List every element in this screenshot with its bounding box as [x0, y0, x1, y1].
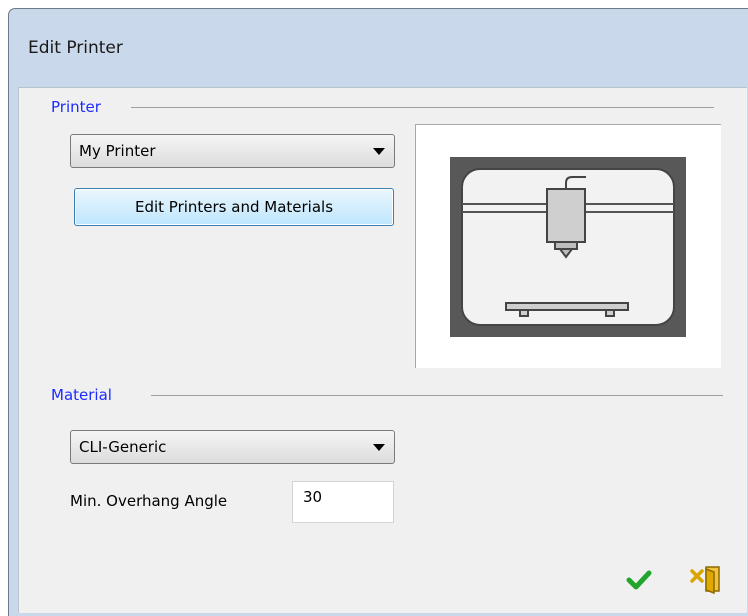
title-bar[interactable]: Edit Printer [9, 9, 748, 89]
edit-printer-dialog: Edit Printer Printer My Printer Edit Pri… [8, 8, 748, 616]
exit-door-icon [690, 566, 720, 595]
edit-printers-materials-button[interactable]: Edit Printers and Materials [74, 188, 394, 226]
dropdown-arrow-icon [373, 148, 385, 155]
printer-select-value: My Printer [79, 142, 156, 160]
dialog-title: Edit Printer [28, 38, 123, 58]
overhang-angle-input[interactable]: 30 [292, 481, 394, 523]
overhang-angle-label: Min. Overhang Angle [70, 492, 228, 510]
checkmark-icon [626, 570, 652, 590]
3d-printer-illustration-icon [450, 157, 686, 337]
material-group-divider [151, 395, 723, 396]
printer-group-divider [131, 107, 714, 108]
overhang-angle-value: 30 [303, 488, 323, 506]
printer-preview [415, 124, 721, 368]
material-select-value: CLI-Generic [79, 438, 167, 456]
material-group-label: Material [51, 386, 116, 404]
edit-printers-materials-label: Edit Printers and Materials [134, 198, 334, 216]
dropdown-arrow-icon [373, 444, 385, 451]
printer-group-label: Printer [51, 98, 105, 116]
dialog-client-area: Printer My Printer Edit Printers and Mat… [18, 87, 747, 613]
ok-button[interactable] [625, 566, 653, 594]
material-select[interactable]: CLI-Generic [70, 430, 395, 464]
cancel-button[interactable] [689, 563, 723, 595]
printer-select[interactable]: My Printer [70, 134, 395, 168]
